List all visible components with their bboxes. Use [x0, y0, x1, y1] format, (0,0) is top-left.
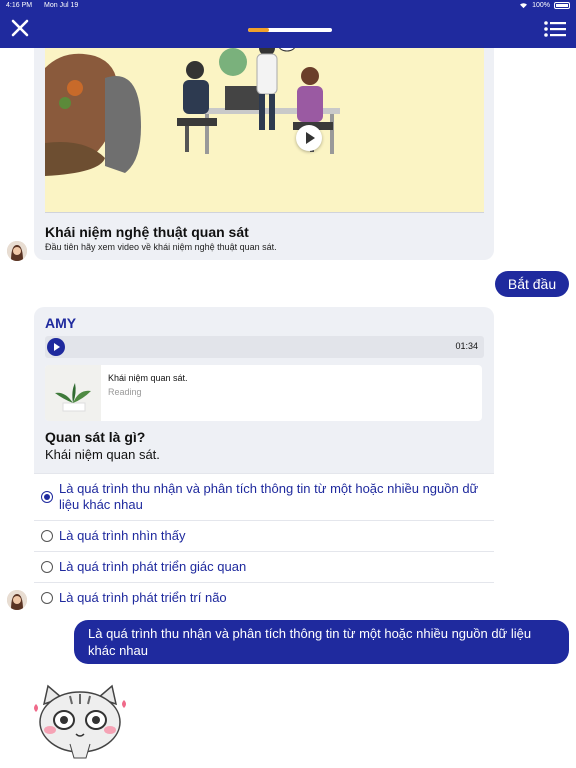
user-message-start: Bắt đầu [495, 271, 569, 297]
video-description: Đầu tiên hãy xem video về khái niệm nghệ… [45, 242, 277, 252]
audio-player[interactable]: 01:34 [45, 336, 484, 358]
video-player[interactable] [45, 48, 484, 212]
radio-icon [41, 491, 53, 503]
answer-option-label: Là quá trình nhìn thấy [59, 528, 186, 543]
answer-option-label: Là quá trình thu nhận và phân tích thông… [59, 481, 479, 512]
progress-fill [248, 28, 269, 32]
video-illustration [45, 48, 340, 176]
radio-icon [41, 561, 53, 573]
answer-options: Là quá trình thu nhận và phân tích thông… [34, 473, 494, 613]
battery-percent: 100% [532, 2, 550, 9]
reading-thumbnail [45, 365, 101, 421]
answer-option[interactable]: Là quá trình nhìn thấy [34, 520, 494, 551]
answer-option[interactable]: Là quá trình phát triển trí não [34, 582, 494, 613]
reading-title: Khái niệm quan sát. [108, 373, 188, 383]
divider [45, 212, 484, 213]
answer-option[interactable]: Là quá trình thu nhận và phân tích thông… [34, 473, 494, 520]
status-time: 4:16 PM [6, 2, 33, 9]
question-title: Quan sát là gì? [45, 429, 146, 445]
close-icon [11, 19, 29, 37]
battery-icon [554, 2, 570, 9]
quiz-message-card: AMY 01:34 Khái niệm quan sát. Reading Qu… [34, 307, 494, 613]
close-button[interactable] [10, 18, 30, 38]
user-message-answer: Là quá trình thu nhận và phân tích thông… [74, 620, 569, 664]
reading-type: Reading [108, 387, 142, 397]
cat-sticker [30, 682, 130, 762]
play-icon[interactable] [47, 338, 65, 356]
video-title: Khái niệm nghệ thuật quan sát [45, 224, 249, 240]
radio-icon [41, 530, 53, 542]
bot-avatar [7, 590, 27, 610]
answer-option[interactable]: Là quá trình phát triển giác quan [34, 551, 494, 582]
bot-avatar [7, 241, 27, 261]
status-bar: 4:16 PM Mon Jul 19 100% [6, 2, 570, 12]
top-bar: 4:16 PM Mon Jul 19 100% [0, 0, 576, 48]
audio-duration: 01:34 [455, 341, 478, 351]
lesson-progress-bar [248, 28, 332, 32]
answer-option-label: Là quá trình phát triển giác quan [59, 559, 247, 574]
menu-button[interactable] [544, 20, 566, 38]
status-date: Mon Jul 19 [44, 2, 79, 9]
menu-list-icon [544, 21, 566, 37]
answer-option-label: Là quá trình phát triển trí não [59, 590, 227, 605]
sender-name: AMY [45, 315, 77, 331]
radio-icon [41, 592, 53, 604]
video-play-button[interactable] [296, 125, 322, 151]
wifi-icon [520, 3, 528, 9]
video-message-card: Khái niệm nghệ thuật quan sát Đầu tiên h… [34, 48, 494, 260]
question-subtitle: Khái niệm quan sát. [45, 447, 160, 462]
reading-attachment[interactable]: Khái niệm quan sát. Reading [45, 365, 482, 421]
